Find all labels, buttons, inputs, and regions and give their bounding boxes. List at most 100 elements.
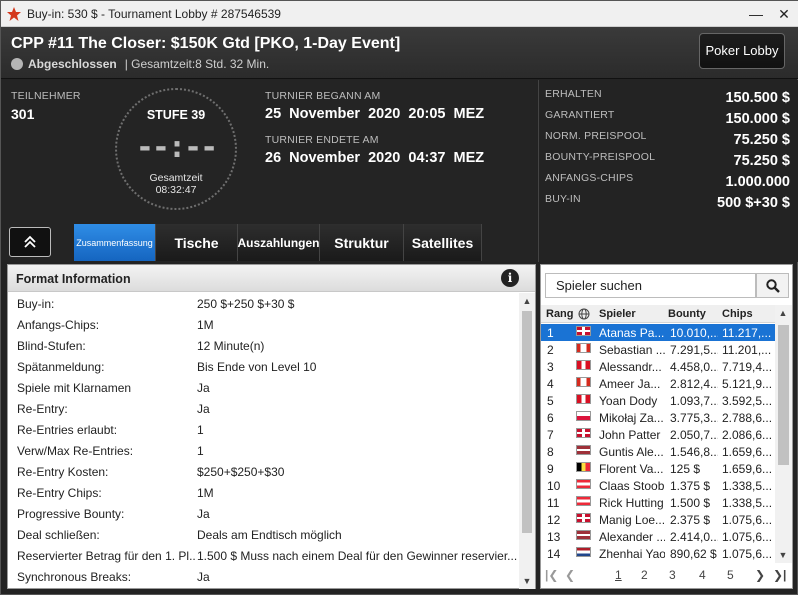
- format-list: Buy-in: 250 $+250 $+30 $ Anfangs-Chips: 1M B…: [8, 293, 520, 589]
- player-name: Ameer Ja...: [599, 377, 661, 391]
- tournament-name: CPP #11 The Closer: $150K Gtd [PKO, 1-Da…: [11, 35, 401, 52]
- player-rank: 3: [547, 360, 554, 374]
- scrollbar-thumb[interactable]: [522, 311, 532, 533]
- scrollbar-thumb[interactable]: [778, 325, 789, 465]
- player-rank: 5: [547, 394, 554, 408]
- player-name: Mikołaj Za...: [599, 411, 664, 425]
- player-row[interactable]: 3 Alessandr... 4.458,0... 7.719,4...: [541, 358, 775, 375]
- page-2[interactable]: 2: [641, 568, 648, 582]
- player-row[interactable]: 12 Manig Loe... 2.375 $ 1.075,6...: [541, 511, 775, 528]
- scroll-down-icon[interactable]: ▼: [521, 576, 533, 586]
- minimize-icon[interactable]: —: [745, 4, 767, 24]
- player-rank: 2: [547, 343, 554, 357]
- prize-value: 150.000 $: [725, 111, 790, 127]
- prize-label: NORM. PREISPOOL: [545, 130, 647, 142]
- format-header: Format Information i: [8, 265, 535, 292]
- player-row[interactable]: 7 John Patter 2.050,7... 2.086,6...: [541, 426, 775, 443]
- player-name: Alessandr...: [599, 360, 662, 374]
- col-rank[interactable]: Rang: [546, 308, 574, 320]
- canada-flag-icon: [576, 377, 591, 387]
- player-scrollbar[interactable]: ▲ ▼: [775, 305, 792, 563]
- format-scrollbar[interactable]: ▲ ▼: [519, 293, 535, 589]
- format-value: Ja: [197, 402, 210, 416]
- first-page-icon[interactable]: |❮: [545, 568, 558, 582]
- tab-satellites[interactable]: Satellites: [404, 224, 482, 261]
- player-name: Manig Loe...: [599, 513, 665, 527]
- tab-payouts[interactable]: Auszahlungen: [238, 224, 320, 261]
- player-row[interactable]: 5 Yoan Dody 1.093,7... 3.592,5...: [541, 392, 775, 409]
- player-list-panel: Spieler suchen Rang Spieler Bounty Chips…: [540, 264, 793, 589]
- format-key: Synchronous Breaks:: [17, 570, 132, 584]
- player-row[interactable]: 8 Guntis Ale... 1.546,8... 1.659,6...: [541, 443, 775, 460]
- player-row[interactable]: 1 Atanas Pa... 10.010,... 11.217,...: [541, 324, 775, 341]
- page-4[interactable]: 4: [699, 568, 706, 582]
- player-rank: 7: [547, 428, 554, 442]
- scroll-down-icon[interactable]: ▼: [777, 550, 789, 560]
- prev-page-icon[interactable]: ❮: [565, 568, 575, 582]
- player-row[interactable]: 2 Sebastian ... 7.291,5... 11.201,...: [541, 341, 775, 358]
- player-name: Alexander ...: [599, 530, 665, 544]
- player-bounty: 1.546,8...: [670, 445, 718, 459]
- tab-structure[interactable]: Struktur: [320, 224, 404, 261]
- prize-label: ANFANGS-CHIPS: [545, 172, 634, 184]
- player-row[interactable]: 6 Mikołaj Za... 3.775,3... 2.788,6...: [541, 409, 775, 426]
- col-player[interactable]: Spieler: [599, 308, 636, 320]
- format-row: Deal schließen: Deals am Endtisch möglich: [8, 524, 520, 545]
- tab-summary[interactable]: Zusammenfassung: [74, 224, 156, 261]
- belgium-flag-icon: [576, 462, 591, 472]
- player-rank: 8: [547, 445, 554, 459]
- player-bounty: 2.050,7...: [670, 428, 718, 442]
- col-bounty[interactable]: Bounty: [668, 308, 706, 320]
- scroll-up-icon[interactable]: ▲: [521, 296, 533, 306]
- player-rank: 1: [547, 326, 554, 340]
- prize-value: 1.000.000: [725, 174, 790, 190]
- page-5[interactable]: 5: [727, 568, 734, 582]
- page-3[interactable]: 3: [669, 568, 676, 582]
- latvia-flag-icon: [576, 445, 591, 455]
- prize-label: ERHALTEN: [545, 88, 602, 100]
- player-row[interactable]: 14 Zhenhai Yao 890,62 $ 1.075,6...: [541, 545, 775, 562]
- col-chips[interactable]: Chips: [722, 308, 753, 320]
- austria-flag-icon: [576, 496, 591, 506]
- player-name: John Patter: [599, 428, 661, 442]
- players-value: 301: [11, 106, 35, 122]
- format-key: Verw/Max Re-Entries:: [17, 444, 134, 458]
- player-rank: 11: [547, 496, 560, 510]
- format-row: Spiele mit Klarnamen Ja: [8, 377, 520, 398]
- search-button[interactable]: [756, 273, 789, 298]
- window-title: Buy-in: 530 $ - Tournament Lobby # 28754…: [27, 7, 281, 21]
- tournament-info: TEILNEHMER 301 STUFE 39 --:-- Gesamtzeit…: [1, 80, 537, 262]
- player-name: Zhenhai Yao: [599, 547, 665, 561]
- format-key: Blind-Stufen:: [17, 339, 86, 353]
- player-chips: 11.201,...: [722, 343, 772, 357]
- prize-value: 75.250 $: [733, 153, 790, 169]
- format-key: Buy-in:: [17, 297, 55, 311]
- player-name: Yoan Dody: [599, 394, 658, 408]
- poker-lobby-button[interactable]: Poker Lobby: [699, 33, 785, 69]
- prize-value: 75.250 $: [733, 132, 790, 148]
- player-rank: 4: [547, 377, 554, 391]
- globe-icon[interactable]: [578, 308, 590, 320]
- scroll-up-icon[interactable]: ▲: [777, 308, 789, 318]
- tab-tables[interactable]: Tische: [156, 224, 238, 261]
- collapse-button[interactable]: [9, 227, 51, 257]
- player-row[interactable]: 9 Florent Va... 125 $ 1.659,6...: [541, 460, 775, 477]
- player-row[interactable]: 10 Claas Stoob 1.375 $ 1.338,5...: [541, 477, 775, 494]
- format-value: 1M: [197, 486, 214, 500]
- player-bounty: 1.093,7...: [670, 394, 718, 408]
- last-page-icon[interactable]: ❯|: [773, 568, 786, 582]
- player-search-input[interactable]: Spieler suchen: [545, 273, 756, 298]
- clock-digits: --:--: [135, 130, 218, 165]
- info-icon[interactable]: i: [501, 269, 519, 287]
- next-page-icon[interactable]: ❯: [755, 568, 765, 582]
- format-key: Re-Entry:: [17, 402, 68, 416]
- player-row[interactable]: 4 Ameer Ja... 2.812,4... 5.121,9...: [541, 375, 775, 392]
- player-row[interactable]: 11 Rick Hutting 1.500 $ 1.338,5...: [541, 494, 775, 511]
- page-1[interactable]: 1: [615, 568, 622, 582]
- close-icon[interactable]: ✕: [773, 4, 795, 24]
- player-chips: 2.086,6...: [722, 428, 773, 442]
- format-row: Synchronous Breaks: Ja: [8, 566, 520, 587]
- player-row[interactable]: 13 Alexander ... 2.414,0... 1.075,6...: [541, 528, 775, 545]
- format-row: Re-Entry Chips: 1M: [8, 482, 520, 503]
- prize-value: 500 $+30 $: [717, 195, 790, 211]
